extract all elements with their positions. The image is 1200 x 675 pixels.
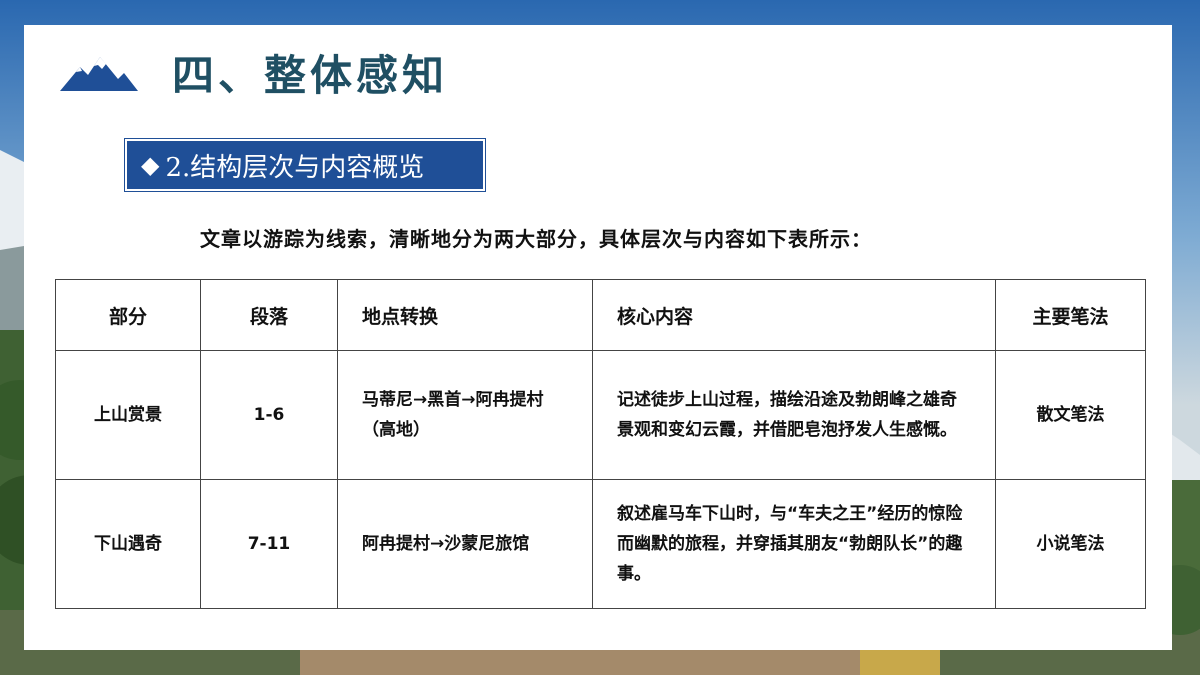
header-cell-part: 部分 (55, 279, 201, 351)
header-cell-paragraph: 段落 (200, 279, 338, 351)
table-row: 上山赏景 1-6 马蒂尼→黑首→阿冉提村（高地） 记述徒步上山过程，描绘沿途及勃… (55, 350, 1146, 480)
table-cell: 小说笔法 (995, 479, 1146, 609)
header-cell-style: 主要笔法 (995, 279, 1146, 351)
table-row: 下山遇奇 7-11 阿冉提村→沙蒙尼旅馆 叙述雇马车下山时，与“车夫之王”经历的… (55, 479, 1146, 609)
table-cell: 散文笔法 (995, 350, 1146, 480)
table-cell: 阿冉提村→沙蒙尼旅馆 (337, 479, 593, 609)
table-cell: 7-11 (200, 479, 338, 609)
page-title: 四、整体感知 (172, 51, 449, 100)
table-cell: 上山赏景 (55, 350, 201, 480)
content-table: 部分 段落 地点转换 核心内容 主要笔法 上山赏景 1-6 马蒂尼→黑首→阿冉提… (55, 279, 1146, 609)
table-cell: 叙述雇马车下山时，与“车夫之王”经历的惊险而幽默的旅程，并穿插其朋友“勃朗队长”… (592, 479, 996, 609)
table-cell: 1-6 (200, 350, 338, 480)
intro-text: 文章以游踪为线索，清晰地分为两大部分，具体层次与内容如下表所示： (200, 227, 872, 251)
content-card: 四、整体感知 ◆ 2.结构层次与内容概览 文章以游踪为线索，清晰地分为两大部分，… (24, 25, 1172, 650)
table-cell: 马蒂尼→黑首→阿冉提村（高地） (337, 350, 593, 480)
section-badge: ◆ 2.结构层次与内容概览 (125, 139, 485, 191)
header-cell-location: 地点转换 (337, 279, 593, 351)
table-header-row: 部分 段落 地点转换 核心内容 主要笔法 (55, 279, 1146, 351)
table-cell: 下山遇奇 (55, 479, 201, 609)
diamond-icon: ◆ (141, 151, 160, 179)
table-cell: 记述徒步上山过程，描绘沿途及勃朗峰之雄奇景观和变幻云霞，并借肥皂泡抒发人生感慨。 (592, 350, 996, 480)
mountain-icon (60, 57, 138, 91)
section-label: 2.结构层次与内容概览 (165, 152, 425, 183)
header-cell-content: 核心内容 (592, 279, 996, 351)
